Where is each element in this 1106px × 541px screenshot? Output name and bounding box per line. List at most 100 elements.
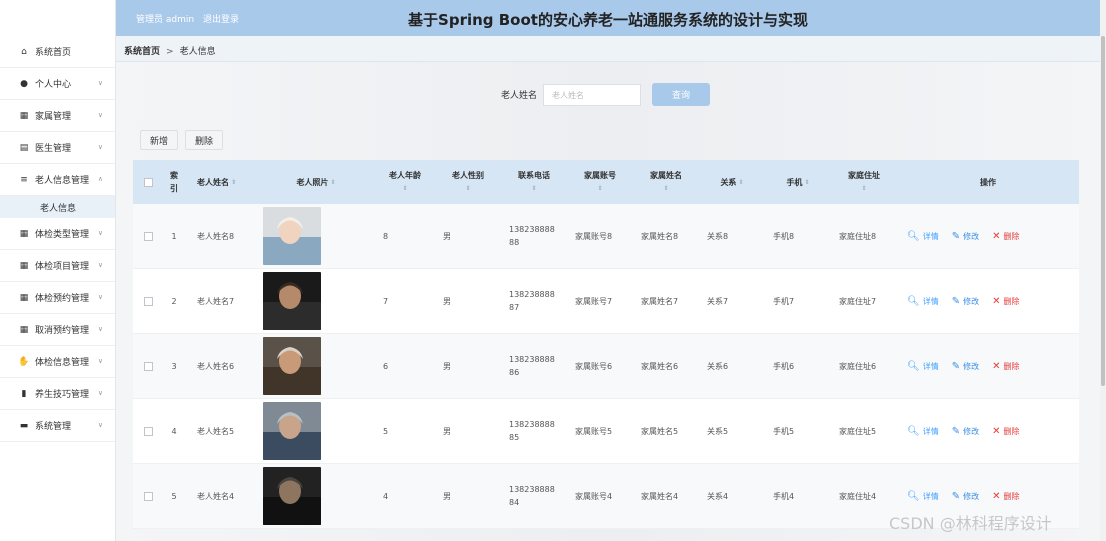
top-header: 管理员 admin 退出登录 基于Spring Boot的安心养老一站通服务系统… (116, 0, 1100, 36)
search-icon: 🔍︎ (907, 490, 920, 502)
cell-family-account: 家属账号4 (575, 491, 613, 501)
cell-age: 8 (383, 231, 389, 241)
sidebar-item[interactable]: ▬ 系统管理 ∨ (0, 410, 115, 442)
sidebar-item[interactable]: ▦ 家属管理 ∨ (0, 100, 115, 132)
detail-button[interactable]: 🔍︎ 详情 (907, 491, 939, 502)
sort-icon[interactable]: ⇕ (402, 182, 407, 195)
detail-button[interactable]: 🔍︎ 详情 (907, 296, 939, 307)
scrollbar-thumb[interactable] (1101, 36, 1105, 386)
col-name[interactable]: 老人姓名 ⇕ (185, 160, 257, 204)
sort-icon[interactable]: ⇕ (465, 182, 470, 195)
edit-button[interactable]: ✎ 修改 (952, 231, 979, 242)
col-phone-label: 联系电话 (518, 171, 550, 180)
col-address-label: 家庭住址 (848, 171, 880, 180)
delete-button[interactable]: ✕ 删除 (992, 361, 1019, 372)
sidebar: ⌂ 系统首页 ● 个人中心 ∨ ▦ 家属管理 ∨ ▤ 医生管理 ∨ ≡ 老人信息管理 ∧ 老人信息 ▦ 体检类型… (0, 0, 116, 541)
sidebar-item[interactable]: ▦ 取消预约管理 ∨ (0, 314, 115, 346)
sort-icon[interactable]: ⇕ (597, 182, 602, 195)
row-checkbox[interactable] (143, 491, 153, 501)
cell-relation: 关系5 (707, 426, 729, 436)
sidebar-item-label: 系统首页 (35, 48, 72, 58)
delete-button[interactable]: ✕ 删除 (992, 231, 1019, 242)
cell-relation: 关系6 (707, 361, 729, 371)
sort-icon[interactable]: ⇕ (802, 176, 810, 189)
sidebar-item-label: 养生技巧管理 (35, 390, 90, 400)
breadcrumb-home[interactable]: 系统首页 (124, 47, 160, 57)
col-index: 索 引 (170, 171, 178, 193)
col-address[interactable]: 家庭住址 ⇕ (831, 160, 897, 204)
sort-icon[interactable]: ⇕ (736, 176, 744, 189)
col-relation[interactable]: 关系 ⇕ (699, 160, 765, 204)
elder-photo[interactable] (263, 272, 321, 330)
elder-photo-image (263, 207, 321, 265)
sort-icon[interactable]: ⇕ (229, 176, 236, 189)
select-all-checkbox[interactable] (143, 177, 153, 187)
table-row[interactable]: 2 老人姓名7 7 男 138238888 87 家属账号7 家属姓名7 关系7… (133, 269, 1079, 334)
batch-delete-button[interactable]: 删除 (185, 130, 224, 150)
elder-photo[interactable] (263, 402, 321, 460)
cell-gender: 男 (443, 296, 451, 306)
table-row[interactable]: 4 老人姓名5 5 男 138238888 85 家属账号5 家属姓名5 关系5… (133, 399, 1079, 464)
edit-label: 修改 (963, 296, 980, 306)
row-checkbox[interactable] (143, 296, 153, 306)
sort-icon[interactable]: ⇕ (531, 182, 536, 195)
detail-button[interactable]: 🔍︎ 详情 (907, 231, 939, 242)
edit-button[interactable]: ✎ 修改 (952, 491, 979, 502)
sort-icon[interactable]: ⇕ (663, 182, 668, 195)
col-phone[interactable]: 联系电话 ⇕ (501, 160, 567, 204)
elder-photo[interactable] (263, 337, 321, 395)
sidebar-item[interactable]: ▦ 体检预约管理 ∨ (0, 282, 115, 314)
cell-photo (257, 204, 375, 268)
row-checkbox[interactable] (143, 361, 153, 371)
sidebar-item[interactable]: ⌂ 系统首页 (0, 36, 115, 68)
grid-icon: ▦ (19, 110, 29, 121)
cell-family-account: 家属账号5 (575, 426, 613, 436)
col-family-name[interactable]: 家属姓名 ⇕ (633, 160, 699, 204)
sort-icon[interactable]: ⇕ (861, 182, 866, 195)
edit-button[interactable]: ✎ 修改 (952, 296, 979, 307)
table-row[interactable]: 1 老人姓名8 8 男 138238888 88 家属账号8 家属姓名8 关系8… (133, 204, 1079, 269)
cell-mobile: 手机8 (773, 231, 795, 241)
sort-icon[interactable]: ⇕ (328, 176, 336, 189)
delete-button[interactable]: ✕ 删除 (992, 296, 1019, 307)
detail-label: 详情 (922, 491, 939, 501)
elder-photo[interactable] (263, 467, 321, 525)
delete-label: 删除 (1003, 426, 1020, 436)
row-checkbox[interactable] (143, 231, 153, 241)
sidebar-item[interactable]: ✋ 体检信息管理 ∨ (0, 346, 115, 378)
breadcrumb-separator: > (166, 47, 174, 57)
name-search-input[interactable]: 老人姓名 (543, 83, 642, 106)
breadcrumb: 系统首页 > 老人信息 (116, 36, 1100, 62)
sidebar-item[interactable]: ▦ 体检类型管理 ∨ (0, 218, 115, 250)
edit-button[interactable]: ✎ 修改 (952, 426, 979, 437)
search-button[interactable]: 查询 (652, 83, 711, 106)
cell-address: 家庭住址7 (839, 296, 877, 306)
elder-photo[interactable] (263, 207, 321, 265)
col-family-account[interactable]: 家属账号 ⇕ (567, 160, 633, 204)
watermark: CSDN @林科程序设计 (889, 514, 1052, 533)
col-age[interactable]: 老人年龄 ⇕ (375, 160, 435, 204)
sidebar-item[interactable]: ≡ 老人信息管理 ∧ (0, 164, 115, 196)
sidebar-item[interactable]: ▮ 养生技巧管理 ∨ (0, 378, 115, 410)
sidebar-item-label: 个人中心 (35, 80, 72, 90)
sidebar-subitem-elder-info[interactable]: 老人信息 (0, 196, 115, 218)
add-button[interactable]: 新增 (140, 130, 179, 150)
cell-family-account: 家属账号8 (575, 231, 613, 241)
sidebar-item[interactable]: ● 个人中心 ∨ (0, 68, 115, 100)
sidebar-item[interactable]: ▦ 体检项目管理 ∨ (0, 250, 115, 282)
cell-photo (257, 334, 375, 398)
col-photo[interactable]: 老人照片 ⇕ (257, 160, 375, 204)
sidebar-item[interactable]: ▤ 医生管理 ∨ (0, 132, 115, 164)
table-row[interactable]: 3 老人姓名6 6 男 138238888 86 家属账号6 家属姓名6 关系6… (133, 334, 1079, 399)
delete-button[interactable]: ✕ 删除 (992, 426, 1019, 437)
col-mobile[interactable]: 手机 ⇕ (765, 160, 831, 204)
detail-button[interactable]: 🔍︎ 详情 (907, 426, 939, 437)
detail-button[interactable]: 🔍︎ 详情 (907, 361, 939, 372)
edit-button[interactable]: ✎ 修改 (952, 361, 979, 372)
row-checkbox[interactable] (143, 426, 153, 436)
edit-label: 修改 (963, 426, 980, 436)
scrollbar[interactable] (1100, 0, 1106, 541)
delete-button[interactable]: ✕ 删除 (992, 491, 1019, 502)
sidebar-item-label: 老人信息管理 (35, 176, 90, 186)
col-gender[interactable]: 老人性别 ⇕ (435, 160, 501, 204)
